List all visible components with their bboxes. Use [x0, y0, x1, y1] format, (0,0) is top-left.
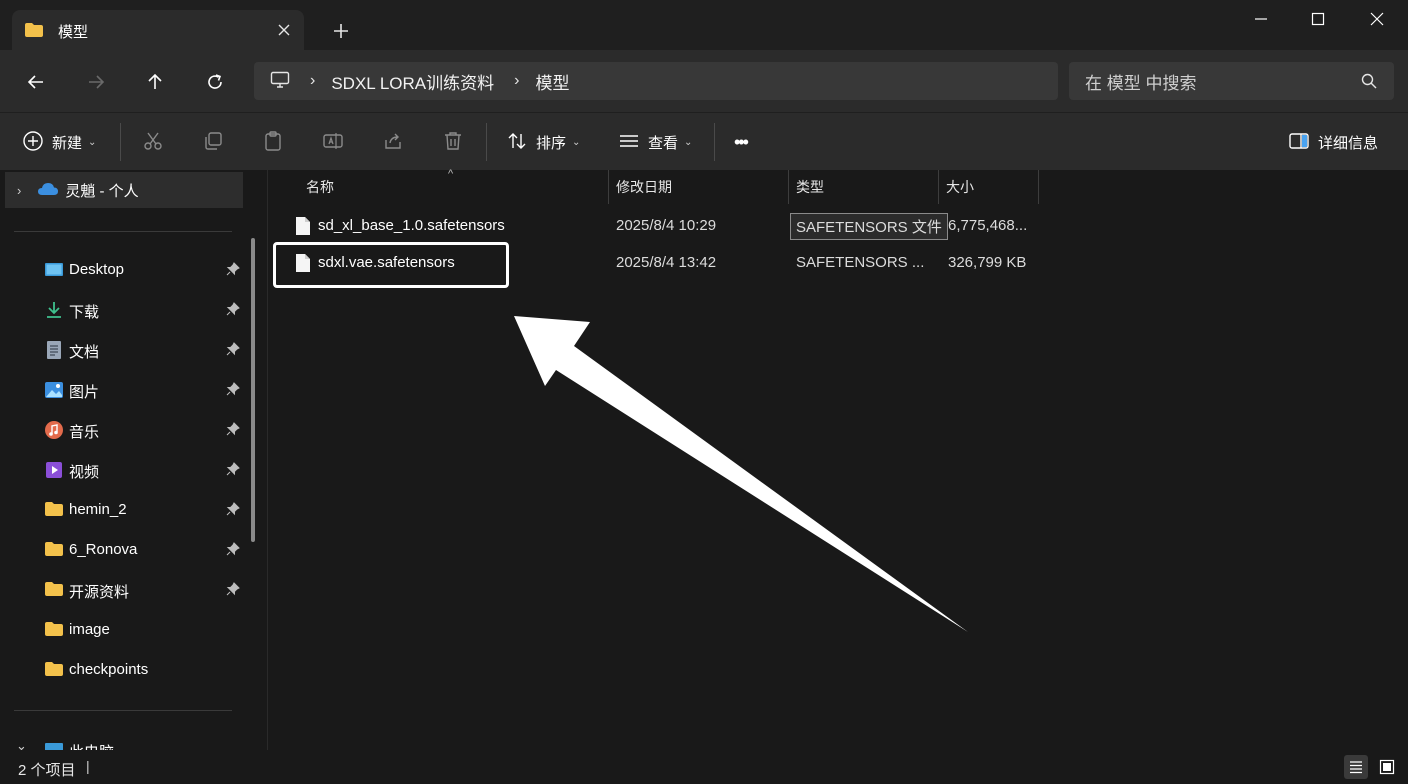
details-view-icon[interactable] [1344, 755, 1368, 779]
status-bar: 2 个项目 | [0, 750, 1408, 784]
large-icons-view-icon[interactable] [1375, 755, 1399, 779]
pointer-arrow-annotation [514, 316, 968, 632]
status-divider: | [86, 758, 90, 774]
item-count: 2 个项目 [18, 762, 76, 779]
